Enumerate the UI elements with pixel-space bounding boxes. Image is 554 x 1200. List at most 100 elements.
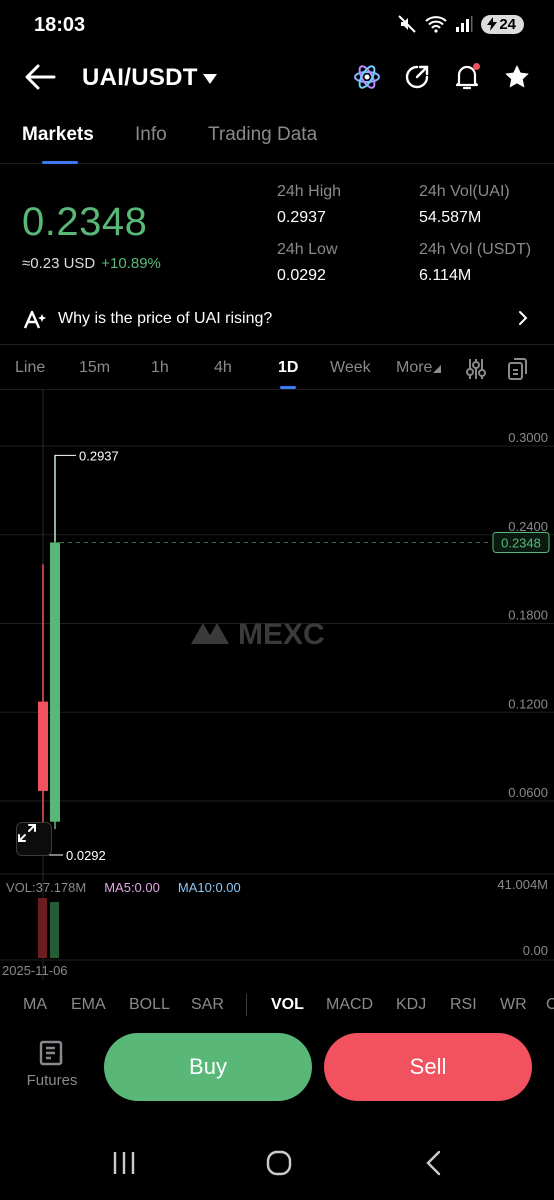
interval-4h[interactable]: 4h (214, 359, 232, 377)
trade-action-bar: Futures Buy Sell (0, 1030, 554, 1110)
interval-active-indicator (280, 386, 296, 389)
tab-active-indicator (42, 161, 78, 164)
high-marker-line (54, 454, 76, 542)
stat-value: 0.2937 (277, 209, 326, 226)
stat-24h-vol-quote: 24h Vol (USDT) 6.114M (419, 241, 531, 285)
indicator-wr[interactable]: WR (500, 996, 527, 1014)
volume-axis-zero: 0.00 (522, 943, 548, 958)
interval-more[interactable]: More (396, 359, 442, 377)
usd-price-line: ≈0.23 USD +10.89% (22, 255, 161, 272)
share-icon[interactable] (402, 62, 432, 92)
nav-back-icon[interactable] (424, 1150, 442, 1181)
indicator-rsi[interactable]: RSI (450, 996, 477, 1014)
notification-dot (473, 63, 480, 70)
volume-ma10: MA10:0.00 (177, 880, 241, 895)
chart-layout-icon[interactable] (506, 357, 528, 386)
pair-title[interactable]: UAI/USDT (82, 64, 198, 92)
buy-button[interactable]: Buy (104, 1033, 312, 1101)
signal-icon (455, 15, 473, 33)
indicator-bar: MA EMA BOLL SAR VOL MACD KDJ RSI WR O (0, 988, 554, 1022)
indicator-divider (246, 994, 247, 1016)
candle-body (50, 542, 60, 822)
mexc-watermark: MEXC (191, 618, 325, 651)
back-arrow-icon (25, 64, 56, 90)
status-icons: 24 (397, 14, 524, 34)
low-marker-label: 0.0292 (66, 848, 106, 863)
stat-value: 0.0292 (277, 267, 326, 284)
notification-bell-icon[interactable] (452, 62, 482, 92)
y-tick-label: 0.3000 (508, 430, 548, 445)
candle-date-label: 2025-11-06 (2, 963, 68, 978)
more-caret-icon (433, 365, 442, 373)
indicator-macd[interactable]: MACD (326, 996, 373, 1014)
indicator-ema[interactable]: EMA (71, 996, 106, 1014)
tab-markets[interactable]: Markets (22, 124, 94, 146)
top-bar: UAI/USDT (0, 52, 554, 102)
candle-body (38, 701, 48, 791)
indicator-settings-icon[interactable] (466, 358, 486, 385)
tab-trading-data[interactable]: Trading Data (208, 124, 317, 146)
interval-line[interactable]: Line (15, 359, 45, 377)
stat-label: 24h Vol (USDT) (419, 241, 532, 258)
back-button[interactable] (22, 60, 58, 94)
stat-label: 24h Vol(UAI) (419, 183, 510, 200)
price-summary: 0.2348 ≈0.23 USD +10.89% 24h High 0.2937 … (0, 180, 554, 300)
indicator-vol[interactable]: VOL (271, 996, 304, 1014)
indicator-boll[interactable]: BOLL (129, 996, 170, 1014)
ai-atom-icon[interactable] (352, 62, 382, 92)
charging-icon (487, 17, 498, 31)
sell-button[interactable]: Sell (324, 1033, 532, 1101)
y-tick-label: 0.2400 (508, 519, 548, 534)
why-price-rising-text: Why is the price of UAI rising? (58, 310, 273, 327)
main-tabs: Markets Info Trading Data (0, 112, 554, 164)
interval-1d[interactable]: 1D (278, 359, 298, 377)
interval-15m[interactable]: 15m (79, 359, 110, 377)
status-time: 18:03 (34, 14, 86, 36)
tab-info[interactable]: Info (135, 124, 167, 146)
wifi-icon (425, 15, 447, 33)
chevron-right-icon (518, 310, 528, 331)
futures-button[interactable]: Futures (18, 1040, 86, 1089)
futures-icon (39, 1040, 63, 1066)
ai-letters-icon (23, 310, 48, 335)
volume-value: VOL:37.178M (6, 880, 87, 895)
candlestick-chart[interactable]: 0.3000 0.2400 0.1800 0.1200 0.0600 MEXC 0.23… (0, 390, 554, 980)
y-tick-label: 0.1800 (508, 608, 548, 623)
last-price: 0.2348 (22, 200, 148, 244)
y-tick-label: 0.0600 (508, 785, 548, 800)
high-marker-label: 0.2937 (79, 448, 119, 463)
recent-apps-icon[interactable] (112, 1150, 136, 1181)
volume-bar (50, 902, 59, 958)
volume-bar (38, 898, 47, 958)
price-change: +10.89% (101, 255, 161, 272)
interval-bar: Line 15m 1h 4h 1D Week More (0, 344, 554, 390)
stat-24h-vol-base: 24h Vol(UAI) 54.587M (419, 183, 510, 227)
interval-1h[interactable]: 1h (151, 359, 169, 377)
y-tick-label: 0.1200 (508, 696, 548, 711)
volume-axis-max: 41.004M (497, 877, 548, 892)
pair-dropdown-icon[interactable] (202, 72, 218, 90)
favorite-star-icon[interactable] (502, 62, 532, 92)
interval-more-label: More (396, 359, 433, 376)
stat-label: 24h High (277, 183, 342, 200)
stat-24h-high: 24h High 0.2937 (277, 183, 341, 227)
interval-week[interactable]: Week (330, 359, 371, 377)
expand-chart-button[interactable] (16, 822, 52, 856)
volume-ma5: MA5:0.00 (104, 880, 160, 895)
indicator-kdj[interactable]: KDJ (396, 996, 426, 1014)
battery-indicator: 24 (481, 14, 524, 34)
indicator-more[interactable]: O (546, 996, 554, 1014)
mute-icon (397, 14, 417, 34)
why-price-rising-row[interactable]: Why is the price of UAI rising? (0, 300, 554, 340)
watermark-text: MEXC (238, 618, 325, 651)
indicator-sar[interactable]: SAR (191, 996, 224, 1014)
battery-level: 24 (499, 15, 516, 33)
stat-value: 54.587M (419, 209, 482, 226)
usd-price: ≈0.23 USD (22, 255, 96, 272)
futures-label: Futures (26, 1072, 78, 1089)
volume-legend: VOL:37.178M MA5:0.00 MA10:0.00 (6, 880, 241, 895)
home-icon[interactable] (266, 1150, 292, 1181)
system-nav-bar (0, 1130, 554, 1200)
current-price-tag: 0.2348 (501, 535, 541, 550)
indicator-ma[interactable]: MA (23, 996, 47, 1014)
